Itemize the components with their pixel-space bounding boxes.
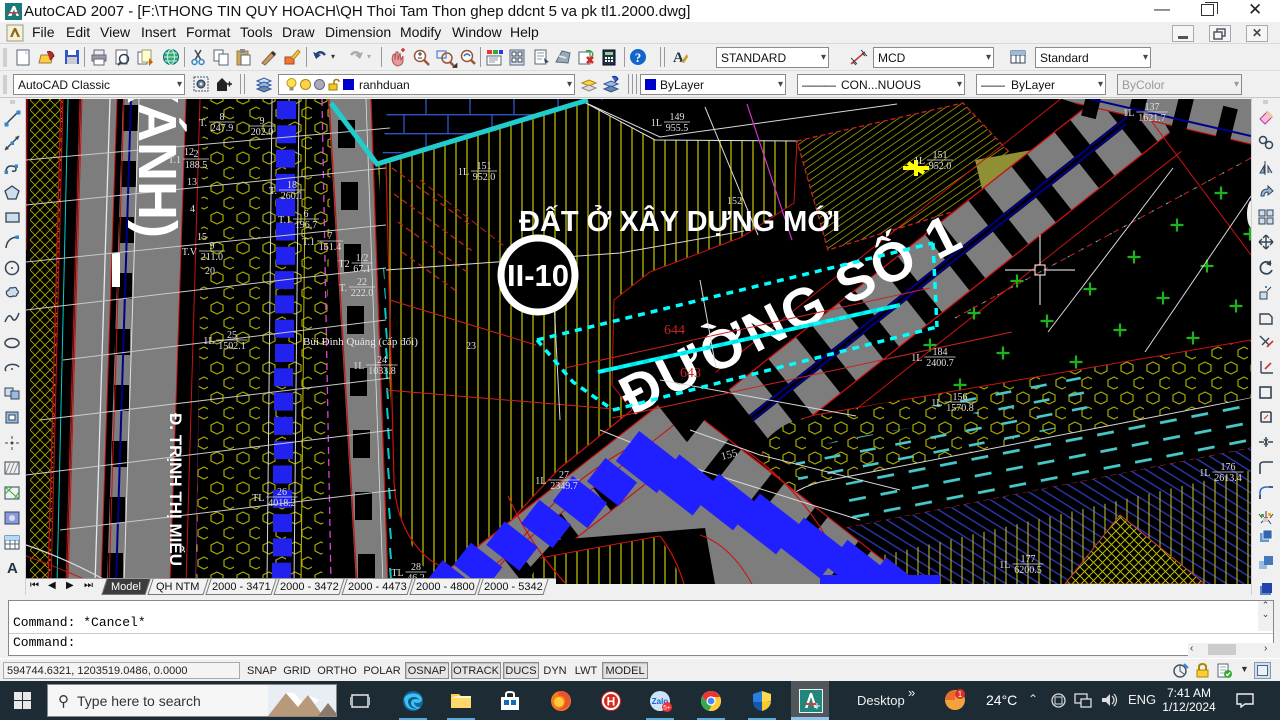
svg-text:247.9: 247.9 <box>211 123 234 134</box>
svg-text:952.0: 952.0 <box>473 172 496 183</box>
svg-text:955.5: 955.5 <box>666 123 689 134</box>
svg-text:5+: 5+ <box>663 705 671 712</box>
svg-text:12: 12 <box>184 147 194 158</box>
svg-text:T.: T. <box>199 118 207 129</box>
svg-text:156: 156 <box>953 392 968 403</box>
svg-text:149: 149 <box>670 112 685 123</box>
svg-text:T.1: T.1 <box>278 215 291 226</box>
svg-text:67.1: 67.1 <box>353 264 371 275</box>
svg-text:2: 2 <box>194 149 199 160</box>
svg-text:Bùi Đình Quảng (cấp đổi): Bùi Đình Quảng (cấp đổi) <box>303 336 418 348</box>
svg-text:2400.7: 2400.7 <box>926 358 954 369</box>
svg-text:188.5: 188.5 <box>185 160 208 171</box>
svg-text:211.0: 211.0 <box>201 252 223 263</box>
svg-text:13: 13 <box>187 177 197 188</box>
svg-text:1502.1: 1502.1 <box>218 341 246 352</box>
svg-text:952.0: 952.0 <box>929 161 952 172</box>
svg-text:ĐẤT Ở XÂY DỰNG MỚI: ĐẤT Ở XÂY DỰNG MỚI <box>519 204 840 238</box>
svg-text:184: 184 <box>933 347 948 358</box>
svg-text:26: 26 <box>277 487 287 498</box>
svg-text:8: 8 <box>220 112 225 123</box>
svg-text:23: 23 <box>466 341 476 352</box>
svg-text:1L: 1L <box>914 156 925 167</box>
svg-text:II-10: II-10 <box>507 258 569 293</box>
svg-text:T2: T2 <box>338 259 349 270</box>
svg-text:9: 9 <box>210 241 215 252</box>
svg-text:A: A <box>7 560 18 577</box>
svg-text:6200.5: 6200.5 <box>1014 565 1042 576</box>
svg-text:176: 176 <box>1221 462 1236 473</box>
svg-text:25: 25 <box>227 330 237 341</box>
svg-text:9: 9 <box>260 116 265 127</box>
svg-text:260.1: 260.1 <box>281 191 304 202</box>
svg-text:222.0: 222.0 <box>351 288 374 299</box>
svg-text:1L: 1L <box>1123 108 1134 119</box>
svg-text:1/2: 1/2 <box>356 253 369 264</box>
svg-text:28: 28 <box>411 562 421 573</box>
svg-text:T.: T. <box>269 186 277 197</box>
svg-text:1L: 1L <box>931 398 942 409</box>
svg-text:151: 151 <box>477 161 492 172</box>
svg-text:T.1: T.1 <box>302 237 315 248</box>
svg-text:196.7: 196.7 <box>295 220 318 231</box>
svg-text:15: 15 <box>197 232 207 243</box>
svg-text:643: 643 <box>680 366 701 381</box>
svg-text:20: 20 <box>205 266 215 277</box>
svg-text:152: 152 <box>727 196 742 207</box>
svg-text:1L: 1L <box>999 560 1010 571</box>
svg-text:1621.7: 1621.7 <box>1138 113 1166 124</box>
svg-text:T.1: T.1 <box>168 155 181 166</box>
svg-text:1L: 1L <box>651 118 662 129</box>
svg-text:2349.7: 2349.7 <box>550 481 578 492</box>
svg-text:1L: 1L <box>911 353 922 364</box>
svg-text:A: A <box>673 50 684 66</box>
svg-text:Đ. TRỊNH THỊ MIẾU: Đ. TRỊNH THỊ MIẾU <box>166 413 185 566</box>
svg-text:1L: 1L <box>1199 468 1210 479</box>
svg-text:1L: 1L <box>535 476 546 487</box>
svg-text:(ÁNH): (ÁNH) <box>127 99 187 238</box>
svg-text:18: 18 <box>287 180 297 191</box>
svg-text:151: 151 <box>933 150 948 161</box>
svg-text:1L: 1L <box>458 167 469 178</box>
svg-text:4: 4 <box>190 204 195 215</box>
svg-text:1033.8: 1033.8 <box>368 366 396 377</box>
svg-text:151.4: 151.4 <box>319 242 342 253</box>
svg-text:H: H <box>607 695 616 709</box>
svg-text:T.: T. <box>339 283 347 294</box>
svg-text:1L: 1L <box>353 361 364 372</box>
svg-text:1L: 1L <box>203 336 214 347</box>
svg-text:7: 7 <box>328 231 333 242</box>
svg-text:24: 24 <box>377 355 387 366</box>
svg-text:2613.4: 2613.4 <box>1214 473 1242 484</box>
svg-text:1: 1 <box>958 690 963 699</box>
svg-text:6: 6 <box>304 209 309 220</box>
svg-text:202.0: 202.0 <box>251 127 274 138</box>
svg-text:137: 137 <box>1145 102 1160 113</box>
svg-text:4018.2: 4018.2 <box>268 498 296 509</box>
svg-text:22: 22 <box>357 277 367 288</box>
svg-text:1570.8: 1570.8 <box>946 403 974 414</box>
svg-text:?: ? <box>635 50 642 65</box>
svg-text:TL: TL <box>252 493 264 504</box>
svg-text:27: 27 <box>559 470 569 481</box>
svg-text:177: 177 <box>1021 554 1036 565</box>
svg-text:644: 644 <box>664 323 685 338</box>
svg-text:T.V: T.V <box>182 247 198 258</box>
